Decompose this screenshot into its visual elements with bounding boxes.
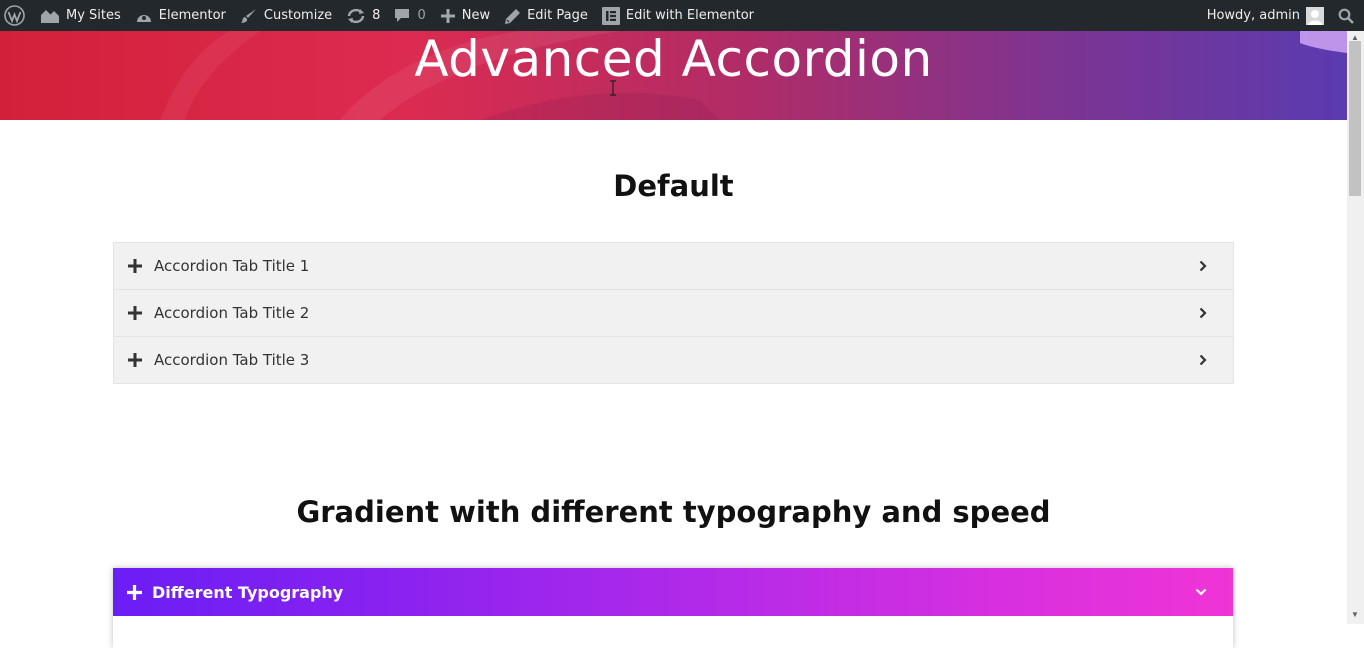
chevron-right-icon [1199, 260, 1207, 272]
my-sites-icon [40, 8, 60, 24]
my-sites-label: My Sites [66, 8, 121, 23]
plus-icon [127, 584, 142, 600]
wordpress-logo-icon [4, 5, 25, 26]
edit-with-elementor-menu[interactable]: Edit with Elementor [595, 0, 761, 31]
edit-page-menu[interactable]: Edit Page [497, 0, 595, 31]
elementor-icon [135, 8, 153, 24]
edit-with-elementor-label: Edit with Elementor [625, 8, 754, 23]
hero-banner: Advanced Accordion [0, 31, 1347, 120]
scroll-thumb[interactable] [1349, 41, 1361, 196]
customize-menu[interactable]: Customize [233, 0, 339, 31]
updates-count: 8 [372, 8, 381, 23]
plus-icon [128, 352, 144, 368]
updates-icon [346, 8, 366, 24]
new-menu[interactable]: New [433, 0, 497, 31]
brush-icon [240, 8, 258, 24]
updates-menu[interactable]: 8 [339, 0, 387, 31]
admin-bar: My Sites Elementor Customize 8 0 New Edi… [0, 0, 1364, 31]
chevron-down-icon [1195, 588, 1207, 596]
plus-icon [128, 305, 144, 321]
plus-icon [440, 8, 456, 24]
page-title: Advanced Accordion [414, 31, 933, 88]
accordion-tab-title: Different Typography [152, 582, 344, 602]
plus-icon [128, 258, 144, 274]
elementor-label: Elementor [158, 8, 226, 23]
comments-menu[interactable]: 0 [387, 0, 432, 31]
default-accordion: Accordion Tab Title 1 Accordion Tab Titl… [113, 242, 1234, 384]
chevron-right-icon [1199, 307, 1207, 319]
accordion-tab-3[interactable]: Accordion Tab Title 3 [114, 337, 1233, 383]
avatar [1306, 6, 1324, 25]
scroll-down-icon[interactable]: ▼ [1351, 611, 1359, 619]
accordion-tab-2[interactable]: Accordion Tab Title 2 [114, 290, 1233, 337]
account-menu[interactable]: Howdy, admin [1200, 0, 1330, 31]
edit-page-label: Edit Page [527, 8, 588, 23]
section-heading-gradient: Gradient with different typography and s… [296, 495, 1051, 529]
accordion-tab-1[interactable]: Accordion Tab Title 1 [114, 243, 1233, 290]
search-button[interactable] [1330, 0, 1364, 31]
new-label: New [461, 8, 491, 23]
my-sites-menu[interactable]: My Sites [33, 0, 128, 31]
greeting-label: Howdy, admin [1206, 8, 1300, 23]
gradient-accordion: Different Typography [113, 568, 1233, 648]
comments-count: 0 [417, 8, 426, 23]
pencil-icon [504, 8, 521, 24]
elementor-menu[interactable]: Elementor [128, 0, 233, 31]
search-icon [1338, 8, 1354, 24]
accordion-tab-title: Accordion Tab Title 2 [154, 304, 310, 322]
wordpress-menu[interactable] [0, 0, 33, 31]
comments-icon [394, 8, 411, 24]
page-scrollbar[interactable]: ▲ ▼ [1347, 31, 1364, 624]
customize-label: Customize [263, 8, 333, 23]
accordion-tab-title: Accordion Tab Title 1 [154, 257, 310, 275]
chevron-right-icon [1199, 354, 1207, 366]
accordion-tab-title: Accordion Tab Title 3 [154, 351, 310, 369]
section-heading-default: Default [613, 169, 734, 203]
text-cursor-icon [608, 80, 618, 101]
accordion-tab-different-typography[interactable]: Different Typography [113, 568, 1233, 616]
elementor-edit-icon [601, 6, 620, 25]
